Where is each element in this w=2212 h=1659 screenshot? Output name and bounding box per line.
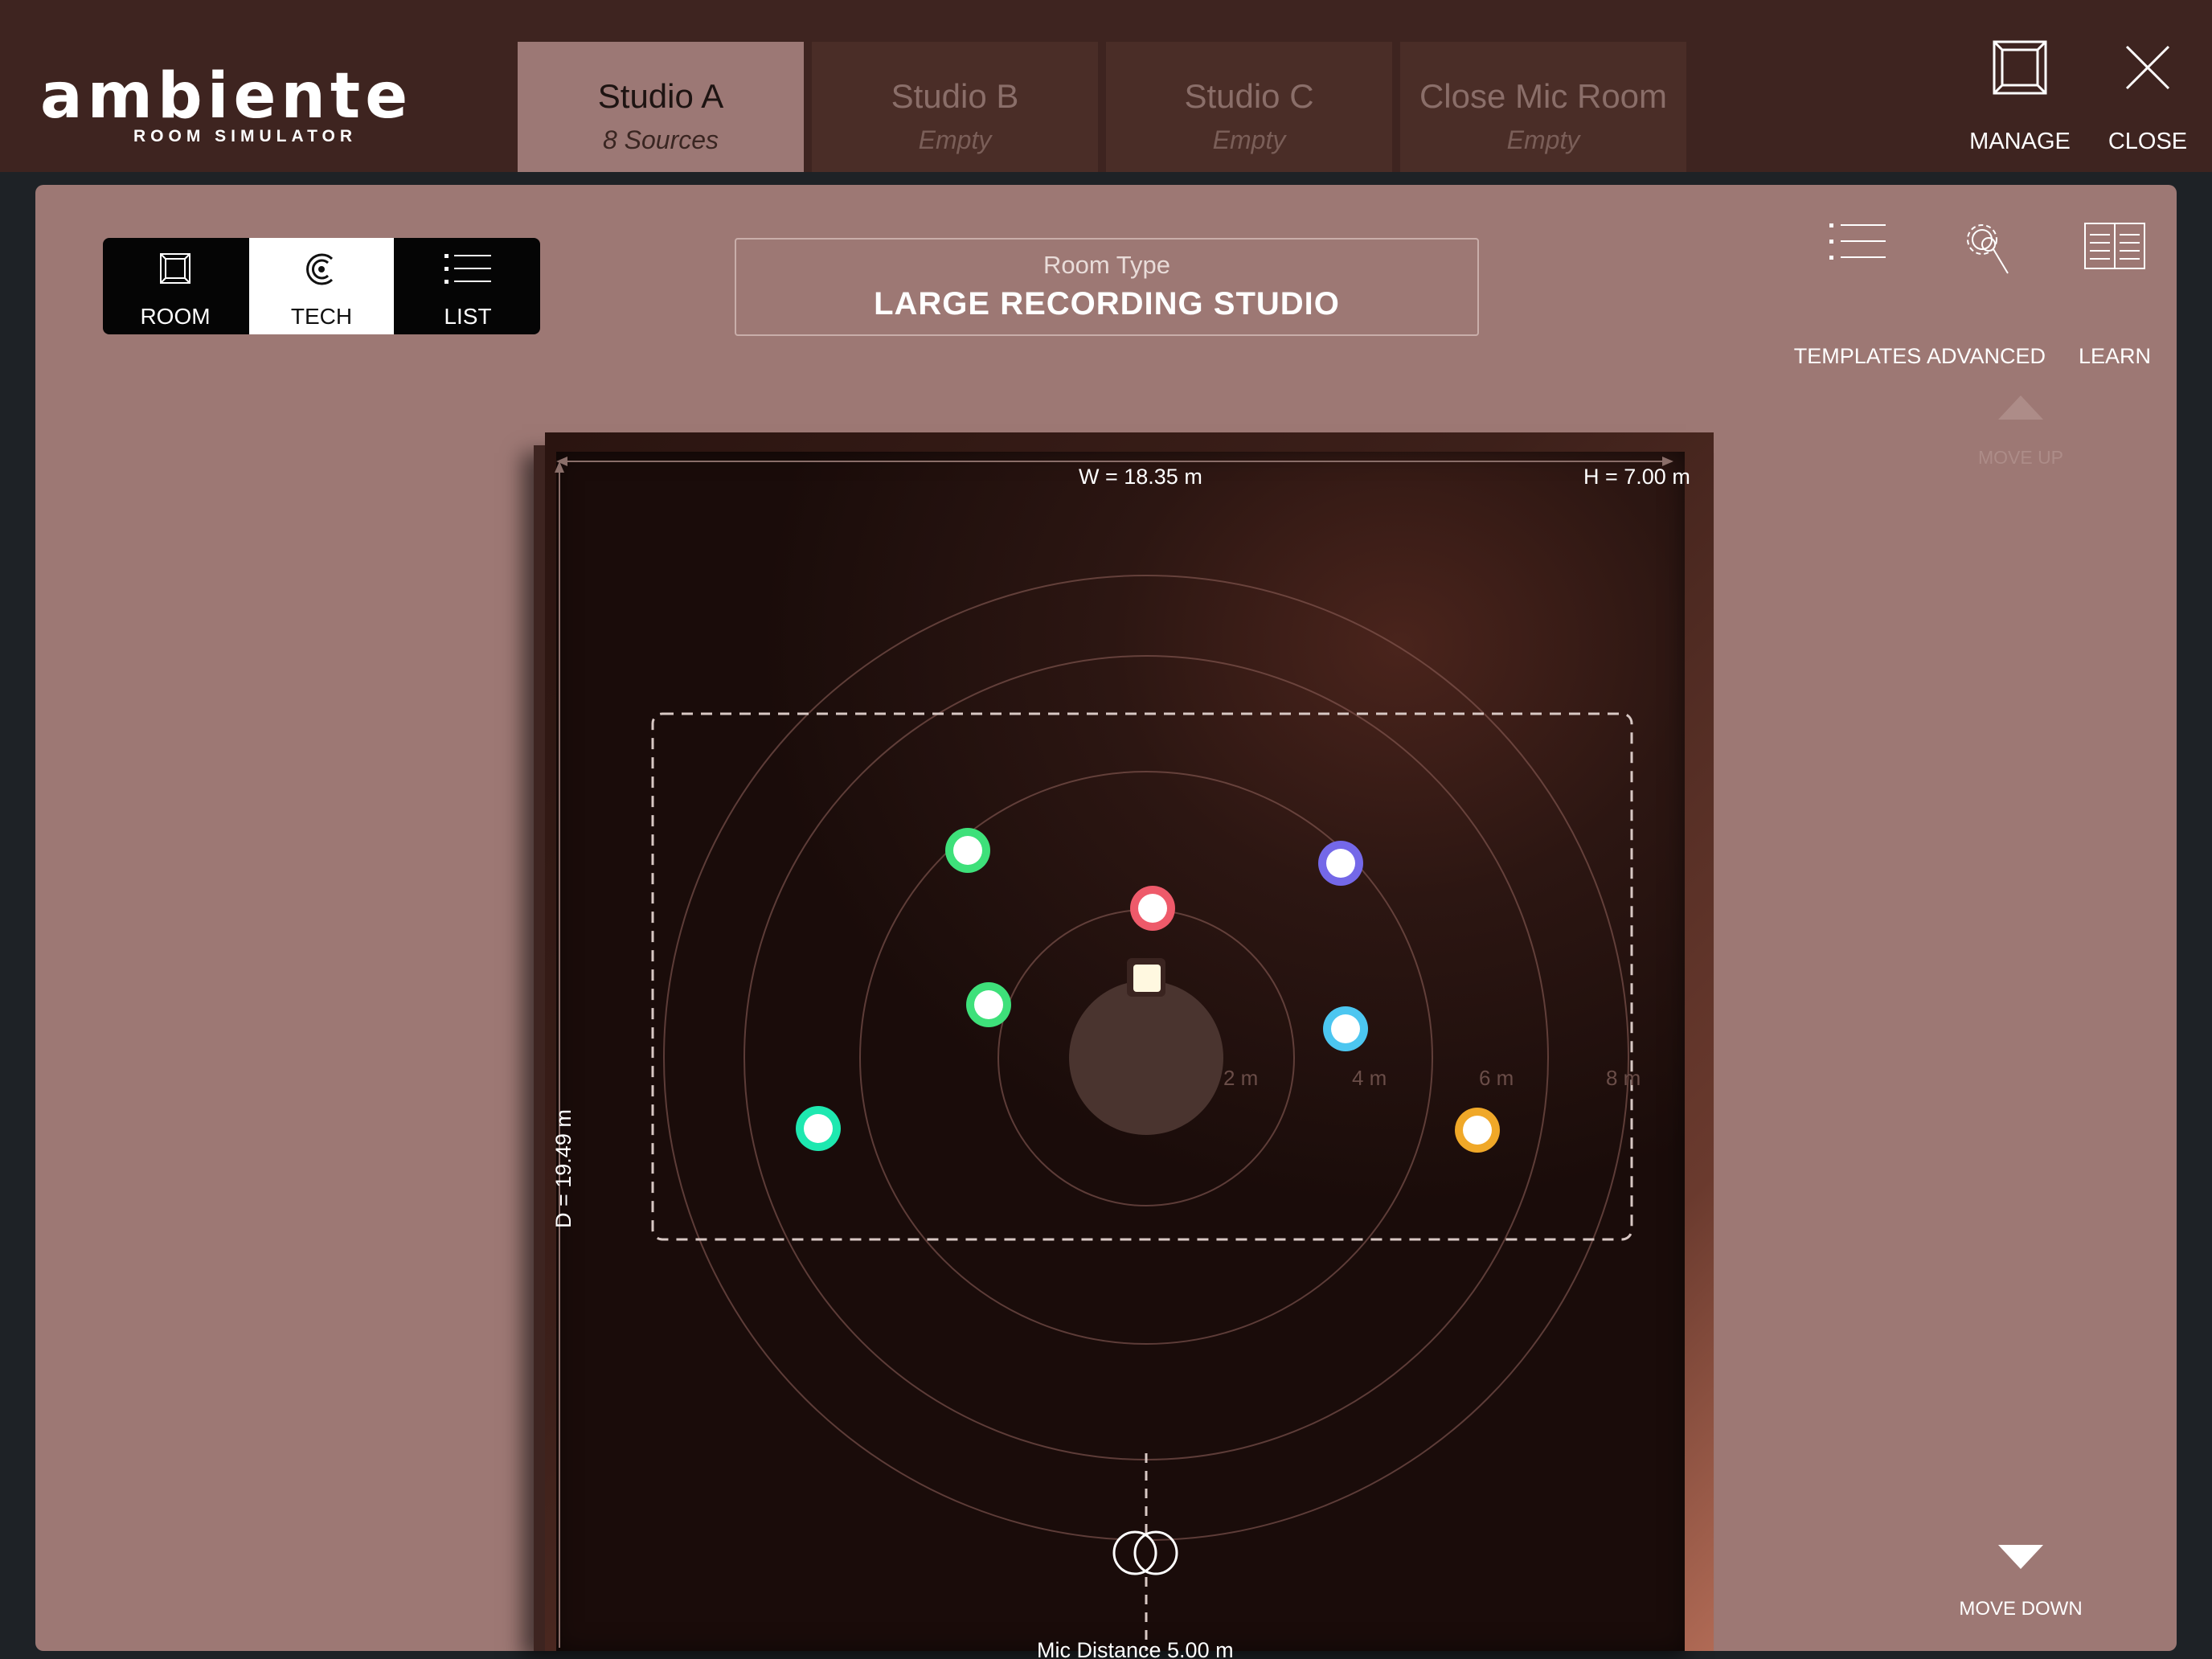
sound-source-center — [1326, 849, 1355, 878]
listener-area — [1069, 981, 1223, 1135]
listener-marker[interactable] — [1133, 965, 1161, 992]
room-view-label: ROOM — [140, 304, 211, 329]
stereo-mic-icon[interactable] — [1129, 1534, 1164, 1572]
templates-label: TEMPLATES — [1793, 344, 1922, 368]
move-down-button[interactable]: MOVE DOWN — [1948, 1543, 2093, 1624]
close-button[interactable]: CLOSE — [2079, 32, 2212, 161]
room-type-selector[interactable]: Room Type LARGE RECORDING STUDIO — [735, 238, 1479, 336]
sound-source-center — [804, 1114, 833, 1143]
move-up-label: MOVE UP — [1977, 447, 2064, 468]
list-view-button[interactable]: LIST — [395, 238, 540, 334]
sound-source-6[interactable] — [796, 1106, 841, 1151]
room-diagram — [555, 457, 1673, 1651]
room-type-label: Room Type — [1043, 251, 1170, 279]
tab-studio-c[interactable]: Studio C Empty — [1106, 42, 1392, 172]
arrow-down-icon — [1998, 1545, 2043, 1569]
advanced-label: ADVANCED — [1926, 344, 2046, 368]
list-icon — [444, 254, 491, 284]
sound-source-center — [1331, 1014, 1360, 1043]
tab-name: Studio C — [1184, 77, 1314, 115]
templates-icon — [1829, 223, 1886, 260]
top-bar: ambiente ROOM SIMULATOR Studio A 8 Sourc… — [0, 0, 2212, 172]
main-panel: ROOM TECH LIST Room Type LARGE RECORDING… — [35, 185, 2177, 1659]
sound-source-5[interactable] — [1323, 1006, 1368, 1051]
room-height-label: H = 7.00 m — [1583, 465, 1690, 489]
tab-studio-b[interactable]: Studio B Empty — [812, 42, 1098, 172]
sound-source-center — [953, 836, 982, 865]
sound-source-center — [1463, 1116, 1492, 1145]
room-icon — [160, 253, 190, 284]
manage-button[interactable]: MANAGE — [1952, 32, 2088, 161]
manage-label: MANAGE — [1969, 129, 2071, 154]
tech-icon — [306, 253, 334, 285]
room-width-label: W = 18.35 m — [1079, 465, 1202, 489]
tab-subtitle: 8 Sources — [602, 125, 719, 154]
ring-label-8m: 8 m — [1606, 1066, 1641, 1090]
advanced-button[interactable]: ADVANCED — [1918, 217, 2054, 368]
tab-subtitle: Empty — [918, 125, 992, 154]
mic-distance-label: Mic Distance 5.00 m — [1037, 1638, 1234, 1659]
room-type-value: LARGE RECORDING STUDIO — [874, 286, 1340, 322]
tab-subtitle: Empty — [1506, 125, 1580, 154]
width-arrow-left — [556, 457, 567, 466]
logo-wordmark: ambiente — [40, 60, 413, 133]
room-view-button[interactable]: ROOM — [103, 238, 248, 334]
sound-source-1[interactable] — [945, 828, 990, 873]
move-down-label: MOVE DOWN — [1959, 1598, 2083, 1620]
app-logo: ambiente ROOM SIMULATOR — [40, 64, 418, 145]
close-icon — [2125, 45, 2170, 90]
sound-source-center — [1138, 894, 1167, 923]
sound-source-3[interactable] — [1130, 886, 1175, 931]
learn-button[interactable]: LEARN — [2046, 217, 2183, 368]
close-label: CLOSE — [2108, 129, 2188, 154]
book-icon — [2084, 223, 2145, 269]
ring-label-2m: 2 m — [1223, 1066, 1259, 1090]
room-view[interactable]: W = 18.35 m H = 7.00 m D = 19.49 m Mic D… — [521, 432, 1727, 1659]
move-up-button[interactable]: MOVE UP — [1964, 394, 2077, 474]
ring-label-4m: 4 m — [1352, 1066, 1387, 1090]
tab-name: Studio A — [597, 77, 724, 115]
ring-label-6m: 6 m — [1479, 1066, 1514, 1090]
tech-view-label: TECH — [290, 304, 353, 329]
room-depth-label: D = 19.49 m — [551, 1109, 576, 1228]
learn-label: LEARN — [2078, 344, 2152, 368]
tab-close-mic-room[interactable]: Close Mic Room Empty — [1400, 42, 1686, 172]
tab-studio-a[interactable]: Studio A 8 Sources — [518, 42, 804, 172]
list-view-label: LIST — [444, 304, 492, 329]
sound-source-7[interactable] — [1455, 1108, 1500, 1153]
arrow-up-icon — [1998, 395, 2043, 420]
templates-button[interactable]: TEMPLATES — [1789, 217, 1926, 368]
sound-source-2[interactable] — [1318, 841, 1363, 886]
tab-name: Close Mic Room — [1419, 77, 1668, 115]
logo-subtitle: ROOM SIMULATOR — [133, 127, 358, 145]
tab-subtitle: Empty — [1212, 125, 1286, 154]
manage-icon — [1993, 40, 2047, 95]
sound-source-4[interactable] — [966, 982, 1011, 1027]
advanced-gear-icon — [1967, 224, 2009, 274]
sound-source-center — [974, 990, 1003, 1019]
view-mode-selector: ROOM TECH LIST — [103, 238, 540, 334]
tech-view-button[interactable]: TECH — [249, 238, 394, 334]
tab-name: Studio B — [891, 77, 1019, 115]
